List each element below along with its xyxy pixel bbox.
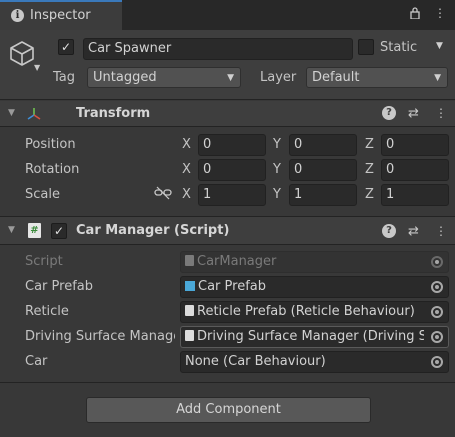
object-picker-icon[interactable]: [431, 331, 443, 343]
static-label: Static: [380, 40, 418, 55]
car-value: None (Car Behaviour): [185, 354, 326, 369]
rotation-label: Rotation: [25, 162, 80, 177]
transform-header[interactable]: ▼ Transform ? ⇄ ⋮: [0, 101, 455, 127]
scale-y-field[interactable]: 1: [289, 184, 357, 206]
car-prefab-field[interactable]: Car Prefab: [180, 276, 449, 298]
axis-z-label: Z: [365, 187, 374, 202]
preset-sliders-icon[interactable]: ⇄: [408, 106, 419, 121]
rotation-z-field[interactable]: 0: [381, 159, 449, 181]
component-menu-icon[interactable]: ⋮: [435, 224, 447, 238]
layer-label: Layer: [260, 70, 297, 85]
script-icon: [185, 305, 194, 316]
script-icon: [185, 330, 194, 341]
reticle-value: Reticle Prefab (Reticle Behaviour): [197, 304, 415, 319]
active-checkbox[interactable]: ✓: [58, 39, 74, 55]
gameobject-cube-icon[interactable]: [9, 40, 35, 66]
object-picker-icon[interactable]: [431, 356, 443, 368]
driving-surface-manager-label: Driving Surface Manager: [25, 329, 175, 344]
object-picker-icon[interactable]: [431, 281, 443, 293]
reticle-label: Reticle: [25, 304, 69, 319]
car-manager-header[interactable]: ▼ # ✓ Car Manager (Script) ? ⇄ ⋮: [0, 217, 455, 245]
script-field: CarManager: [180, 251, 449, 273]
foldout-arrow-icon[interactable]: ▼: [8, 225, 15, 235]
prefab-cube-icon: [185, 281, 195, 291]
reticle-field[interactable]: Reticle Prefab (Reticle Behaviour): [180, 301, 424, 323]
tab-bar: i Inspector ⋮: [0, 0, 455, 30]
lock-icon[interactable]: [410, 7, 420, 20]
foldout-arrow-icon[interactable]: ▼: [8, 108, 15, 118]
rotation-y-field[interactable]: 0: [289, 159, 357, 181]
driving-surface-manager-field[interactable]: Driving Surface Manager (Driving Surface…: [180, 326, 424, 348]
object-picker-icon[interactable]: [431, 306, 443, 318]
position-y-field[interactable]: 0: [289, 134, 357, 156]
transform-axes-icon: [26, 106, 42, 122]
static-checkbox[interactable]: [358, 39, 374, 55]
axis-y-label: Y: [273, 187, 281, 202]
script-icon: [185, 255, 194, 266]
more-options-icon[interactable]: ⋮: [434, 6, 446, 20]
help-icon[interactable]: ?: [382, 224, 396, 238]
axis-x-label: X: [182, 137, 191, 152]
preset-sliders-icon[interactable]: ⇄: [408, 224, 419, 239]
car-manager-title: Car Manager (Script): [76, 223, 230, 238]
transform-title: Transform: [76, 106, 151, 121]
position-z-field[interactable]: 0: [381, 134, 449, 156]
axis-y-label: Y: [273, 137, 281, 152]
script-file-icon: #: [28, 223, 41, 238]
add-component-button[interactable]: Add Component: [86, 397, 371, 423]
help-icon[interactable]: ?: [382, 106, 396, 120]
car-field[interactable]: None (Car Behaviour): [180, 351, 449, 373]
driving-surface-manager-value: Driving Surface Manager (Driving Surface…: [197, 329, 424, 344]
car-label: Car: [25, 354, 48, 369]
chevron-down-icon: ▼: [227, 73, 234, 83]
script-label: Script: [25, 254, 63, 269]
layer-value: Default: [312, 70, 360, 85]
gameobject-header: ▼ ✓ Car Spawner Static ▼ Tag Untagged ▼ …: [0, 30, 455, 100]
script-value: CarManager: [197, 254, 277, 269]
rotation-x-field[interactable]: 0: [198, 159, 266, 181]
component-menu-icon[interactable]: ⋮: [435, 106, 447, 120]
divider: [0, 382, 455, 383]
scale-x-field[interactable]: 1: [198, 184, 266, 206]
position-label: Position: [25, 137, 76, 152]
info-icon: i: [11, 9, 24, 22]
tag-value: Untagged: [93, 70, 157, 85]
chevron-down-icon: ▼: [434, 73, 441, 83]
tag-dropdown[interactable]: Untagged ▼: [87, 67, 241, 88]
axis-z-label: Z: [365, 137, 374, 152]
constrain-proportions-icon[interactable]: [154, 186, 172, 200]
position-x-field[interactable]: 0: [198, 134, 266, 156]
car-prefab-value: Car Prefab: [198, 279, 266, 294]
tab-inspector[interactable]: i Inspector: [0, 0, 122, 30]
tab-label: Inspector: [30, 8, 91, 23]
enabled-checkbox[interactable]: ✓: [51, 223, 67, 239]
car-prefab-label: Car Prefab: [25, 279, 93, 294]
layer-dropdown[interactable]: Default ▼: [306, 67, 448, 88]
object-picker-icon: [431, 256, 443, 268]
scale-z-field[interactable]: 1: [381, 184, 449, 206]
icon-dropdown-caret-icon[interactable]: ▼: [34, 63, 40, 72]
static-dropdown-caret-icon[interactable]: ▼: [436, 41, 443, 51]
gameobject-name-field[interactable]: Car Spawner: [83, 38, 353, 60]
tag-label: Tag: [53, 70, 76, 85]
scale-label: Scale: [25, 187, 60, 202]
axis-x-label: X: [182, 187, 191, 202]
axis-z-label: Z: [365, 162, 374, 177]
axis-y-label: Y: [273, 162, 281, 177]
axis-x-label: X: [182, 162, 191, 177]
